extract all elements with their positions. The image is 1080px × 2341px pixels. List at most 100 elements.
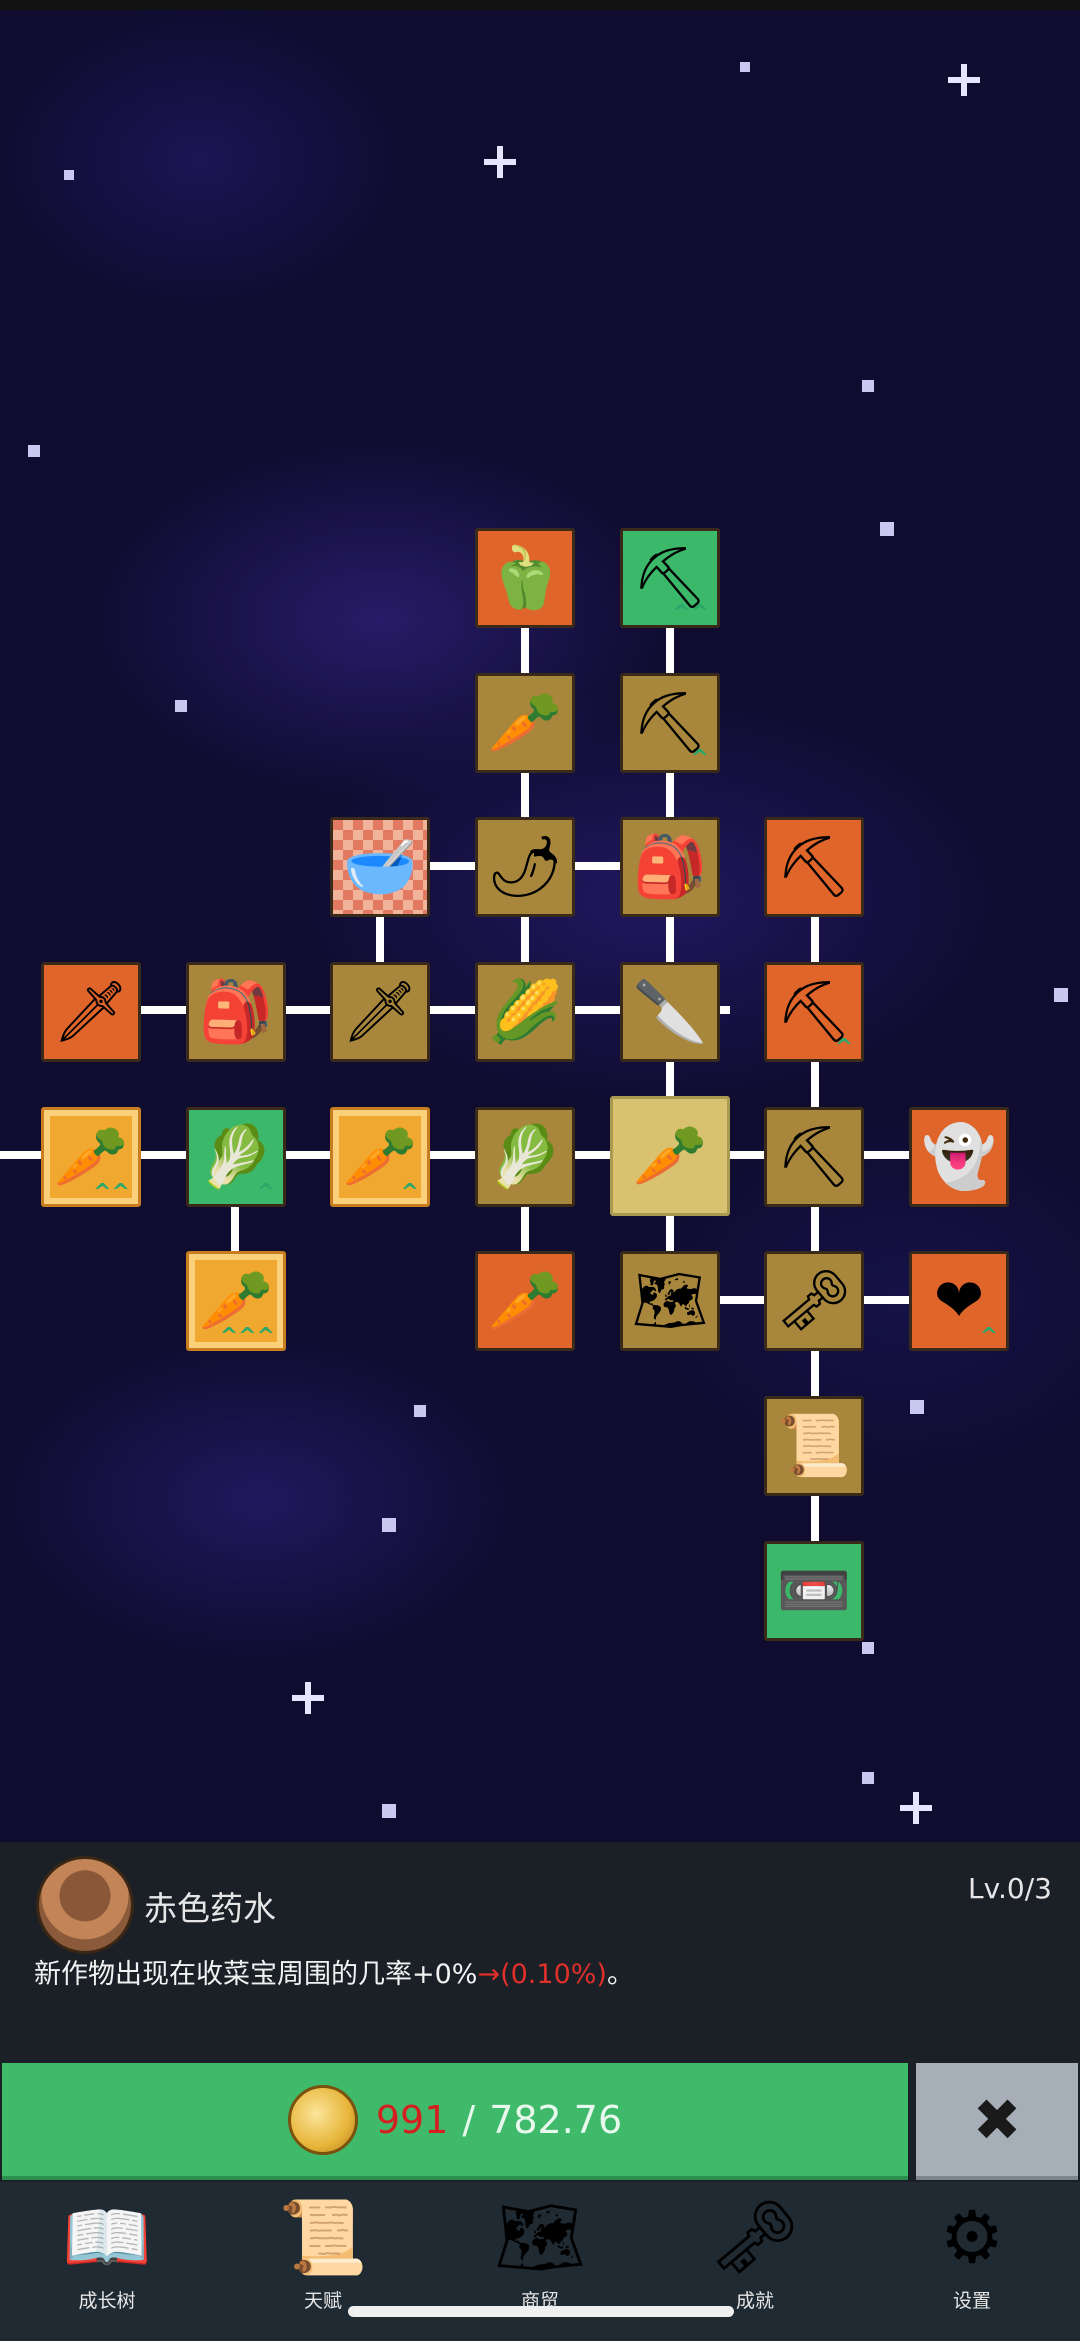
- nav-label: 成长树: [78, 2290, 136, 2312]
- nav-item-growth-tree[interactable]: 📖 成长树: [32, 2192, 182, 2322]
- skill-node-backpack[interactable]: 🎒: [186, 962, 286, 1062]
- pickaxe-icon: ⛏: [775, 1122, 853, 1192]
- status-bar: [0, 0, 1080, 10]
- carrot-icon: 🥕: [632, 1121, 708, 1191]
- star: [862, 1772, 874, 1784]
- radish-icon: 🥕: [487, 688, 563, 758]
- pickaxe-icon: ⛏: [775, 832, 853, 902]
- upgrade-button[interactable]: 991 / 782.76: [2, 2063, 908, 2180]
- close-button[interactable]: ✖: [916, 2063, 1078, 2180]
- skill-node-knife[interactable]: 🔪: [620, 962, 720, 1062]
- cabbage-icon: 🥬: [487, 1122, 563, 1192]
- pot-icon: [36, 1856, 134, 1954]
- bottom-nav: 📖 成长树 📜 天赋 🗺 商贸 🗝 成就 ⚙ 设置: [0, 2182, 1080, 2341]
- close-icon: ✖: [972, 2085, 1022, 2154]
- home-indicator[interactable]: [348, 2306, 734, 2317]
- skill-node-carrot-root[interactable]: 🥕: [610, 1096, 730, 1216]
- key-icon: 🗝: [775, 1266, 853, 1336]
- star: [382, 1804, 396, 1818]
- upgrade-cost: 991: [375, 2097, 449, 2142]
- star: [175, 700, 187, 712]
- upgrade-chevrons: ^: [979, 1324, 998, 1349]
- skill-node-ghost[interactable]: 👻: [909, 1107, 1009, 1207]
- coin-balance: 782.76: [489, 2097, 623, 2142]
- sword-icon: 🗡: [341, 977, 419, 1047]
- skill-description: 新作物出现在收菜宝周围的几率+0%→(0.10%)。: [34, 1952, 634, 1991]
- upgrade-chevrons: ^^: [93, 1180, 130, 1205]
- star: [1054, 988, 1068, 1002]
- upgrade-chevrons: ^: [834, 1035, 853, 1060]
- pickaxe-icon: ⛏: [775, 977, 853, 1047]
- map-icon: 🗺: [631, 1266, 709, 1336]
- skill-node-cabbage-green[interactable]: 🥬 ^: [186, 1107, 286, 1207]
- map-icon: 🗺: [494, 2195, 586, 2279]
- sword-icon: 🗡: [52, 977, 130, 1047]
- skill-node-shovel-green[interactable]: ⛏ ^^: [620, 528, 720, 628]
- upgrade-chevrons: ^: [256, 1180, 275, 1205]
- description-end: 。: [606, 1959, 634, 1990]
- upgrade-chevrons: ^^^: [219, 1324, 275, 1349]
- golden-carrot-icon: 🥕: [342, 1122, 418, 1192]
- skill-node-sword[interactable]: 🗡: [330, 962, 430, 1062]
- skill-level: Lv.0/3: [968, 1872, 1052, 1905]
- skill-node-radish[interactable]: 🥕: [475, 673, 575, 773]
- nav-item-settings[interactable]: ⚙ 设置: [897, 2192, 1047, 2322]
- description-increase: →(0.10%): [477, 1959, 607, 1990]
- backpack-icon: 🎒: [632, 832, 708, 902]
- cassette-icon: 📼: [776, 1556, 852, 1626]
- chili-icon: 🌶: [486, 832, 564, 902]
- nav-item-talent[interactable]: 📜 天赋: [248, 2192, 398, 2322]
- golden-carrot-icon: 🥕: [53, 1122, 129, 1192]
- skill-node-parsnip[interactable]: 🥕: [475, 1251, 575, 1351]
- star: [862, 380, 874, 392]
- shovel-icon: ⛏: [631, 688, 709, 758]
- skill-node-sword[interactable]: 🗡: [41, 962, 141, 1062]
- skill-node-map[interactable]: 🗺: [620, 1251, 720, 1351]
- star: [910, 1400, 924, 1414]
- parsnip-icon: 🥕: [487, 1266, 563, 1336]
- skill-node-pickaxe[interactable]: ⛏ ^: [764, 962, 864, 1062]
- nav-item-trade[interactable]: 🗺 商贸: [465, 2192, 615, 2322]
- skill-node-cabbage[interactable]: 🥬: [475, 1107, 575, 1207]
- star: [414, 1405, 426, 1417]
- nav-label: 设置: [952, 2290, 991, 2312]
- skill-node-shovel[interactable]: ⛏ ^: [620, 673, 720, 773]
- skill-node-pickaxe[interactable]: ⛏: [764, 817, 864, 917]
- skill-node-pickaxe[interactable]: ⛏: [764, 1107, 864, 1207]
- knife-icon: 🔪: [632, 977, 708, 1047]
- skill-node-chili[interactable]: 🌶: [475, 817, 575, 917]
- description-text: 新作物出现在收菜宝周围的几率+0%: [34, 1959, 478, 1990]
- backpack-icon: 🎒: [198, 977, 274, 1047]
- skill-node-golden-carrot[interactable]: 🥕 ^^: [41, 1107, 141, 1207]
- scroll-icon: 📜: [776, 1411, 852, 1481]
- skill-node-pepper[interactable]: 🫑: [475, 528, 575, 628]
- star: [28, 445, 40, 457]
- key-icon: 🗝: [709, 2195, 801, 2279]
- skill-node-cassette[interactable]: 📼: [764, 1541, 864, 1641]
- star: [862, 1642, 874, 1654]
- cost-separator: /: [462, 2097, 476, 2142]
- pepper-icon: 🫑: [487, 543, 563, 613]
- skill-node-golden-carrot[interactable]: 🥕 ^: [330, 1107, 430, 1207]
- skill-node-golden-carrot[interactable]: 🥕 ^^^: [186, 1251, 286, 1351]
- skill-node-scroll[interactable]: 📜: [764, 1396, 864, 1496]
- ghost-icon: 👻: [921, 1122, 997, 1192]
- skill-node-key[interactable]: 🗝: [764, 1251, 864, 1351]
- golden-carrot-icon: 🥕: [198, 1266, 274, 1336]
- star: [382, 1518, 396, 1532]
- pot-icon: 🥣: [342, 832, 418, 902]
- heart-icon: ❤: [933, 1266, 985, 1336]
- nav-item-achievements[interactable]: 🗝 成就: [680, 2192, 830, 2322]
- skill-node-pot[interactable]: 🥣: [330, 817, 430, 917]
- star: [740, 62, 750, 72]
- skill-node-corn[interactable]: 🌽: [475, 962, 575, 1062]
- skill-node-backpack[interactable]: 🎒: [620, 817, 720, 917]
- skill-node-heart[interactable]: ❤ ^: [909, 1251, 1009, 1351]
- upgrade-chevrons: ^: [690, 746, 709, 771]
- coin-icon: [287, 2084, 358, 2155]
- gear-icon: ⚙: [939, 2195, 1005, 2279]
- shovel-icon: ⛏: [631, 543, 709, 613]
- cabbage-icon: 🥬: [198, 1122, 274, 1192]
- corn-icon: 🌽: [487, 977, 563, 1047]
- upgrade-chevrons: ^: [400, 1180, 419, 1205]
